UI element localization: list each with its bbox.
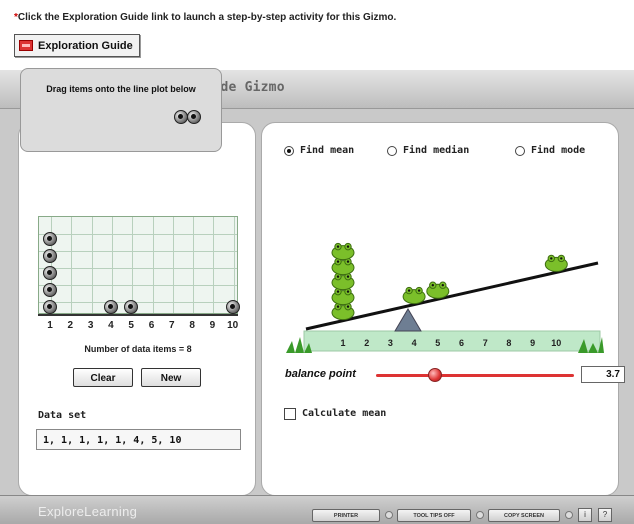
- plot-item[interactable]: [43, 249, 57, 263]
- frog-pupil: [336, 275, 340, 278]
- balance-slider-track[interactable]: [376, 374, 574, 377]
- number-line-label: 10: [551, 338, 561, 348]
- line-plot-axis: [38, 314, 238, 316]
- grid-line: [39, 285, 237, 286]
- x-tick-label: 2: [67, 320, 74, 331]
- frog-pupil: [346, 260, 350, 263]
- frog-pupil: [336, 245, 340, 248]
- grid-line: [233, 217, 235, 313]
- x-tick-label: 4: [108, 320, 114, 331]
- printer-button[interactable]: PRINTER: [312, 509, 380, 522]
- plot-item[interactable]: [225, 300, 240, 314]
- fulcrum: [394, 308, 422, 332]
- frog-pupil: [550, 257, 553, 260]
- separator-dot: [565, 511, 573, 519]
- plot-item[interactable]: [103, 300, 118, 314]
- exploration-guide-button[interactable]: Exploration Guide: [14, 34, 140, 57]
- frog-pupil: [336, 260, 340, 263]
- find-mode-label: Find mode: [531, 145, 586, 156]
- find-median-label: Find median: [403, 145, 470, 156]
- frog-pupil: [346, 245, 350, 248]
- x-tick-label: 5: [128, 320, 134, 331]
- grid-line: [132, 217, 134, 313]
- frog-pupil: [346, 305, 350, 308]
- balance-point-input[interactable]: 3.7: [581, 366, 625, 383]
- x-tick-label: 3: [87, 320, 94, 331]
- explorelearning-logo: ExploreLearning: [38, 504, 138, 519]
- radio-dot: [515, 145, 525, 156]
- x-tick-label: 8: [189, 320, 195, 331]
- frog-pupil: [346, 275, 350, 278]
- line-plot[interactable]: [38, 216, 238, 314]
- find-mean-radio[interactable]: Find mean: [284, 145, 354, 156]
- new-button[interactable]: New: [141, 368, 201, 387]
- item-source-box: Drag items onto the line plot below: [20, 68, 222, 152]
- number-line-label: 2: [364, 338, 369, 348]
- exploration-guide-label: Exploration Guide: [38, 39, 133, 52]
- number-line-label: 4: [412, 338, 417, 348]
- seesaw-scene: 1 2 3 4 5 6 7 8 9 10: [286, 242, 604, 353]
- separator-dot: [476, 511, 484, 519]
- find-mode-radio[interactable]: Find mode: [515, 145, 585, 156]
- frog-pupil: [407, 289, 411, 292]
- grid-line: [39, 302, 237, 303]
- frog-pupil: [417, 289, 421, 292]
- instructions-text: *Click the Exploration Guide link to lau…: [14, 12, 397, 23]
- grid-line: [172, 217, 174, 313]
- x-tick-label: 9: [209, 320, 216, 331]
- x-tick-label: 7: [169, 320, 175, 331]
- grid-line: [71, 217, 73, 313]
- info-icon[interactable]: i: [578, 508, 592, 522]
- grid-line: [91, 217, 93, 313]
- number-line-label: 9: [530, 338, 535, 348]
- balance-point-label: balance point: [285, 368, 356, 380]
- x-tick-label: 6: [148, 320, 155, 331]
- find-mean-label: Find mean: [300, 145, 355, 156]
- tool-tips-button[interactable]: TOOL TIPS OFF: [397, 509, 471, 522]
- frog-pupil: [441, 284, 444, 287]
- item-count: Number of data items = 8: [84, 344, 192, 354]
- number-line-label: 5: [435, 338, 440, 348]
- number-line-label: 6: [459, 338, 464, 348]
- number-line-label: 8: [506, 338, 511, 348]
- copy-screen-button[interactable]: COPY SCREEN: [488, 509, 560, 522]
- grid-line: [193, 217, 195, 313]
- clear-button[interactable]: Clear: [73, 368, 133, 387]
- number-line-label: 7: [483, 338, 488, 348]
- grid-line: [213, 217, 215, 313]
- help-icon[interactable]: ?: [598, 508, 612, 522]
- radio-dot: [284, 145, 294, 156]
- grid-line: [39, 251, 237, 252]
- draggable-item[interactable]: [187, 110, 201, 124]
- radio-dot: [387, 145, 397, 156]
- book-icon: [19, 40, 33, 51]
- number-line-label: 3: [388, 338, 393, 348]
- frog-pupil: [346, 290, 350, 293]
- x-tick-label: 10: [227, 320, 239, 331]
- calculate-mean-label: Calculate mean: [302, 408, 387, 419]
- grid-line: [111, 217, 113, 313]
- grid-line: [39, 268, 237, 269]
- plot-item[interactable]: [43, 300, 57, 314]
- plot-item[interactable]: [43, 266, 57, 280]
- draggable-item[interactable]: [174, 110, 188, 124]
- x-tick-label: 1: [47, 320, 53, 331]
- calculate-mean-checkbox[interactable]: [284, 408, 296, 420]
- grid-line: [39, 234, 237, 235]
- dataset-label: Data set: [38, 410, 87, 421]
- dataset-field: 1, 1, 1, 1, 1, 4, 5, 10: [36, 429, 241, 450]
- frog-pupil: [336, 290, 340, 293]
- find-median-radio[interactable]: Find median: [387, 145, 469, 156]
- plot-item[interactable]: [43, 232, 57, 246]
- plot-item[interactable]: [43, 283, 57, 297]
- separator-dot: [385, 511, 393, 519]
- number-line-label: 1: [340, 338, 345, 348]
- frog-pupil: [336, 305, 340, 308]
- frog-pupil: [431, 284, 434, 287]
- drag-hint: Drag items onto the line plot below: [46, 84, 196, 94]
- frog-pupil: [560, 257, 563, 260]
- grid-line: [152, 217, 154, 313]
